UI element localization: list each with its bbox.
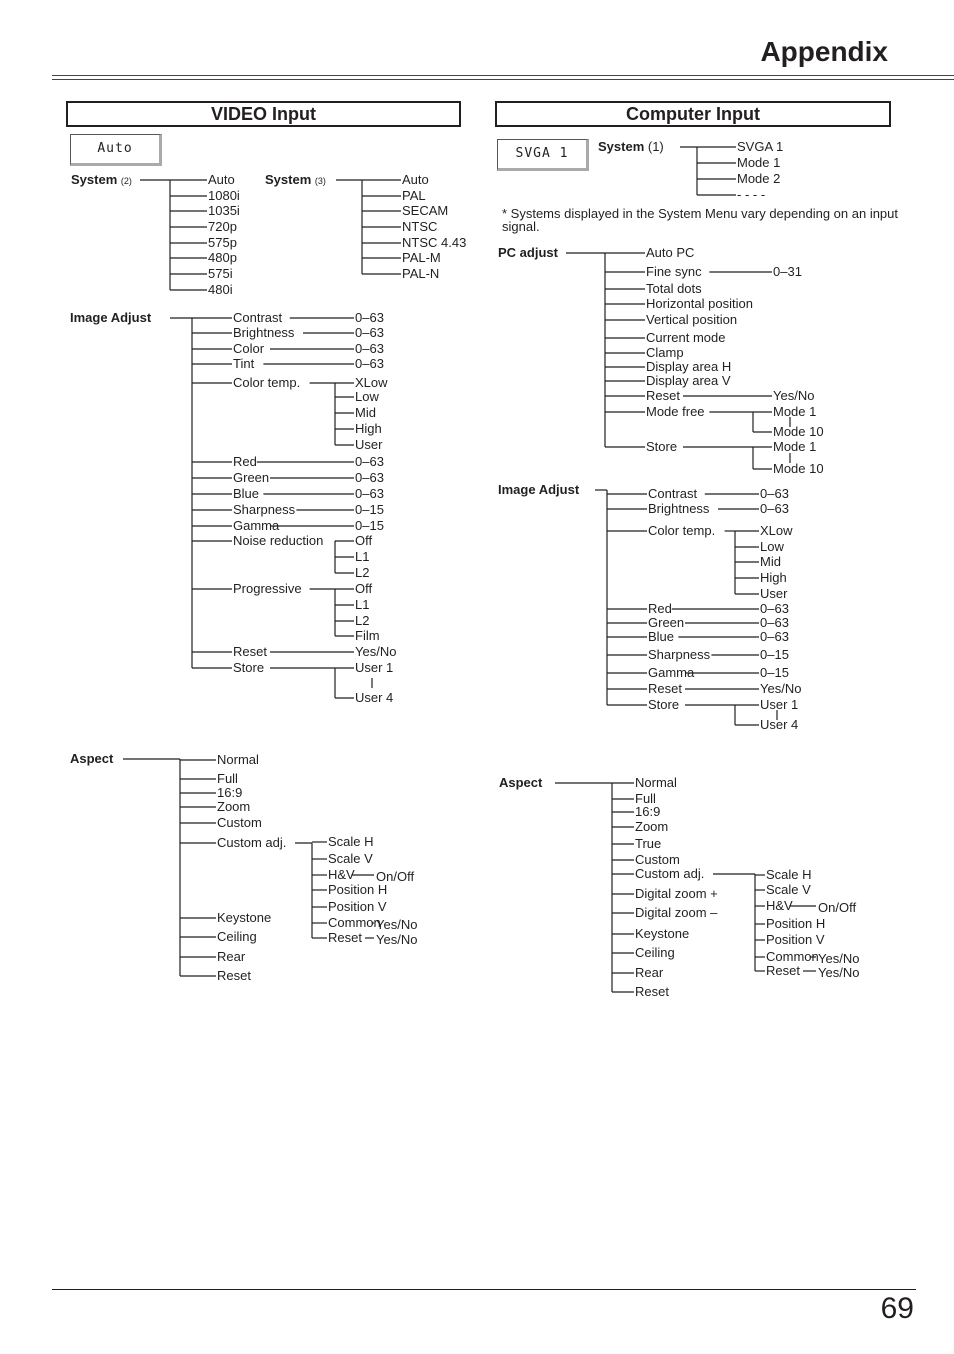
footer-rule: [52, 1289, 916, 1290]
tree-connectors: [123, 146, 816, 993]
page-number: 69: [880, 1292, 914, 1325]
